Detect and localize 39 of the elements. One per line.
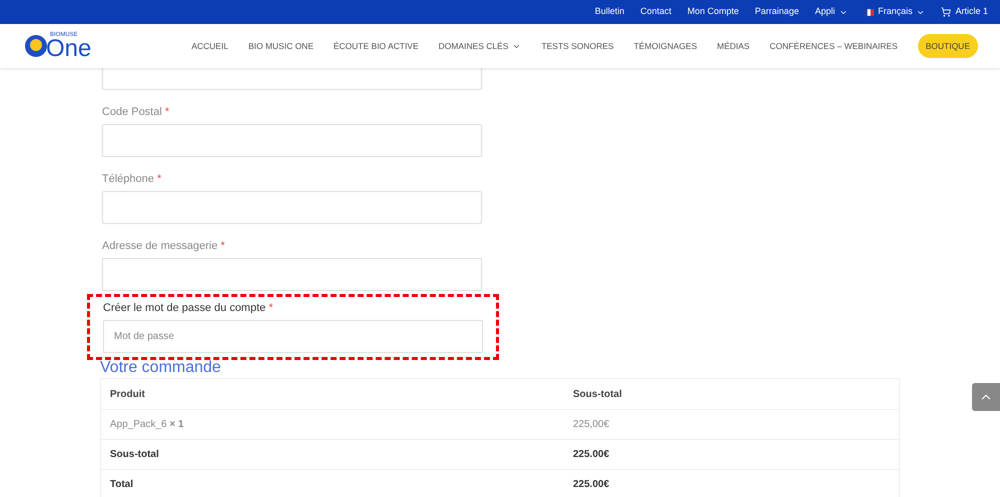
cart-icon (941, 7, 952, 17)
field-label: Téléphone * (102, 172, 162, 186)
input-field[interactable] (102, 124, 482, 157)
flag-icon (864, 8, 874, 16)
input-field[interactable] (102, 258, 482, 291)
nav-link[interactable]: MÉDIAS (717, 40, 750, 52)
language-menu[interactable]: Français (864, 5, 926, 19)
nav-link[interactable]: ACCUEIL (191, 40, 228, 52)
table-cell-text: 225.00€ (572, 448, 610, 462)
section-title: Votre commande (100, 358, 222, 378)
logo-text: One (46, 38, 92, 60)
input-field[interactable] (102, 68, 482, 90)
nav-link[interactable]: DOMAINES CLÉS (438, 40, 522, 52)
nav-link[interactable]: TÉMOIGNAGES (634, 40, 697, 52)
table-cell-text: Sous-total (109, 448, 160, 462)
table-cell-text: 225.00€ (572, 478, 610, 492)
nav-link[interactable]: BIO MUSIC ONE (248, 40, 314, 52)
field-label: Code Postal * (102, 105, 170, 119)
input-field[interactable]: Mot de passe (103, 320, 483, 353)
nav-link[interactable]: CONFÉRENCES – WEBINAIRES (770, 40, 898, 52)
top-bar-link[interactable]: Parrainage (754, 5, 799, 19)
head-logo-icon (24, 34, 48, 58)
field-label: Créer le mot de passe du compte * (103, 301, 274, 315)
top-bar-link[interactable]: Mon Compte (687, 5, 739, 19)
scroll-top-button[interactable] (972, 383, 1000, 411)
column-header: Produit (109, 388, 146, 402)
top-bar-link[interactable]: Bulletin (594, 5, 624, 19)
table-cell-text: App_Pack_6 × 1 (109, 418, 185, 432)
dropdown-menu[interactable]: Appli (814, 5, 848, 19)
column-header: Sous-total (572, 388, 622, 402)
table-cell-text: 225,00€ (572, 418, 610, 432)
shop-button[interactable]: BOUTIQUE (918, 34, 978, 58)
nav-link[interactable]: ÉCOUTE BIO ACTIVE (334, 40, 419, 52)
input-field[interactable] (102, 191, 482, 224)
nav-link[interactable]: TESTS SONORES (541, 40, 614, 52)
cart-link[interactable]: Article 1 (941, 5, 988, 19)
top-bar-link[interactable]: Contact (640, 5, 672, 19)
field-label: Adresse de messagerie * (102, 239, 226, 253)
table-cell-text: Total (109, 478, 134, 492)
